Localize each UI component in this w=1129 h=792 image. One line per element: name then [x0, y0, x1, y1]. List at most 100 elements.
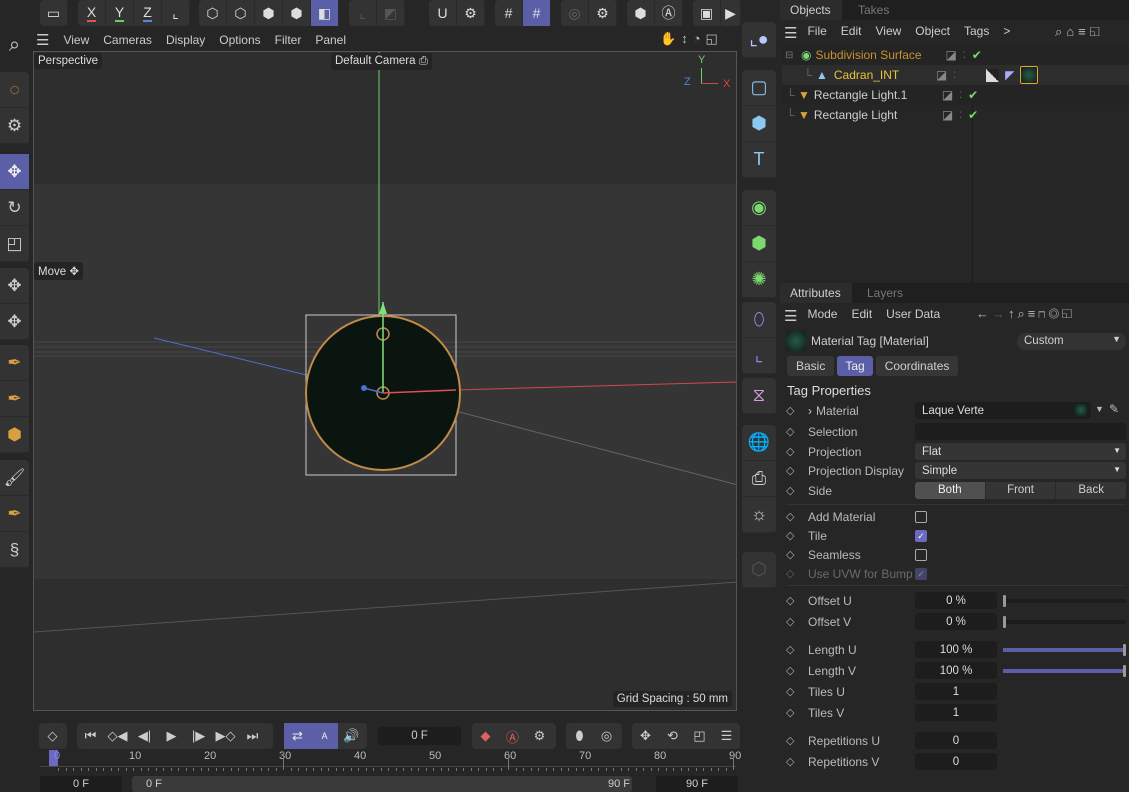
- tab-layers[interactable]: Layers: [867, 286, 903, 300]
- auto-icon[interactable]: Ⓐ: [655, 0, 683, 26]
- menu-panel[interactable]: Panel: [315, 33, 346, 47]
- keyframe-icon[interactable]: ◇: [786, 484, 798, 497]
- sound-icon[interactable]: 🔊: [338, 723, 365, 749]
- eyedropper-icon[interactable]: ✎: [1109, 402, 1119, 416]
- prev-key-icon[interactable]: ◇◀: [104, 723, 131, 749]
- scale-tool-icon[interactable]: ◰: [0, 226, 29, 262]
- soft-selection-icon[interactable]: ◎: [561, 0, 589, 26]
- menu-mode[interactable]: Mode: [807, 307, 837, 325]
- snap-settings-icon[interactable]: ⚙: [457, 0, 485, 26]
- offset-v-field[interactable]: 0 %: [915, 613, 997, 630]
- move-clones-icon[interactable]: ✥: [0, 304, 29, 340]
- deformer-icon[interactable]: ⬯: [742, 302, 776, 338]
- enabled-check-icon[interactable]: ✔: [968, 108, 978, 122]
- keyframe-icon[interactable]: ◇: [786, 594, 798, 607]
- enabled-check-icon[interactable]: ✔: [968, 88, 978, 102]
- edit-toggle-icon[interactable]: ◪: [936, 68, 947, 82]
- expand-icon[interactable]: ›: [808, 404, 812, 418]
- preset-dropdown[interactable]: Custom ▼: [1017, 333, 1126, 350]
- spline-rectangle-icon[interactable]: ▢: [742, 70, 776, 106]
- axis-mode-icon[interactable]: ⌞: [349, 0, 377, 26]
- filter-icon[interactable]: ≡: [1078, 24, 1090, 39]
- collapse-icon[interactable]: ⊟: [785, 50, 797, 61]
- slider-handle[interactable]: [1123, 665, 1126, 677]
- motion-record-icon[interactable]: ◎: [593, 723, 620, 749]
- length-u-slider[interactable]: [1003, 644, 1126, 656]
- keyframe-icon[interactable]: ◇: [786, 685, 798, 698]
- enabled-check-icon[interactable]: ✔: [972, 48, 982, 62]
- timeline-ruler[interactable]: 0 10 20 30 40 50 60 70 80 90: [40, 750, 741, 771]
- polygons-mode-icon[interactable]: ⬢: [255, 0, 283, 26]
- menu-file[interactable]: File: [807, 24, 826, 42]
- side-back[interactable]: Back: [1055, 482, 1127, 499]
- key-position-icon[interactable]: ✥: [632, 723, 659, 749]
- render-clapper-icon[interactable]: ▶: [721, 0, 741, 26]
- menu-object[interactable]: Object: [915, 24, 950, 42]
- render-region-icon[interactable]: ▣: [693, 0, 721, 26]
- viewport-hamburger-icon[interactable]: ☰: [36, 31, 49, 49]
- pan-icon[interactable]: ✋: [660, 31, 681, 46]
- tiles-v-field[interactable]: 1: [915, 704, 997, 721]
- record-key-icon[interactable]: ◆: [472, 723, 499, 749]
- subtab-tag[interactable]: Tag: [837, 356, 873, 376]
- object-name[interactable]: Rectangle Light.1: [814, 88, 942, 102]
- edges-mode-icon[interactable]: ⬡: [227, 0, 255, 26]
- keyframe-icon[interactable]: ◇: [786, 510, 798, 523]
- repetitions-u-field[interactable]: 0: [915, 732, 997, 749]
- offset-v-slider[interactable]: [1003, 616, 1126, 628]
- search-icon[interactable]: ⌕: [1018, 306, 1028, 321]
- length-u-field[interactable]: 100 %: [915, 641, 997, 658]
- menu-tags[interactable]: Tags: [964, 24, 989, 42]
- sky-icon[interactable]: ⧖: [742, 378, 776, 414]
- spline-point-icon[interactable]: ✒: [0, 381, 29, 417]
- go-to-end-icon[interactable]: ⏭: [239, 723, 266, 749]
- loop-icon[interactable]: ⇄: [284, 723, 311, 749]
- menu-more[interactable]: >: [1003, 24, 1010, 42]
- slider-handle[interactable]: [1003, 616, 1006, 628]
- length-v-slider[interactable]: [1003, 665, 1126, 677]
- uvw-tag-icon[interactable]: [986, 68, 1000, 82]
- menu-filter[interactable]: Filter: [275, 33, 302, 47]
- tile-checkbox[interactable]: ✓: [915, 530, 927, 542]
- next-key-icon[interactable]: ▶◇: [212, 723, 239, 749]
- length-v-field[interactable]: 100 %: [915, 662, 997, 679]
- field-icon[interactable]: ⌞: [742, 338, 776, 374]
- view-visibility-icon[interactable]: ⬢: [627, 0, 655, 26]
- auto-key-mode-icon[interactable]: A: [311, 723, 338, 749]
- edit-disabled-icon[interactable]: ⬡: [742, 552, 776, 588]
- object-mode-icon[interactable]: ◧: [311, 0, 339, 26]
- sketch-icon[interactable]: §: [0, 532, 29, 568]
- object-name[interactable]: Rectangle Light: [814, 108, 942, 122]
- slider-handle[interactable]: [1003, 595, 1006, 607]
- brush-icon[interactable]: 🖌: [0, 460, 29, 496]
- new-window-icon[interactable]: ◱: [1062, 306, 1075, 321]
- model-mode-icon[interactable]: ⬢: [283, 0, 311, 26]
- spline-cubes-icon[interactable]: ⬢: [0, 417, 29, 453]
- keyframe-icon[interactable]: ◇: [786, 529, 798, 542]
- start-frame-field[interactable]: 0 F: [40, 776, 122, 792]
- menu-edit[interactable]: Edit: [851, 307, 872, 325]
- coordinate-system-icon[interactable]: ⌞: [162, 0, 190, 26]
- tweak-mode-icon[interactable]: ◩: [377, 0, 405, 26]
- keyframe-icon[interactable]: ◇: [39, 723, 66, 749]
- lock-y-button[interactable]: Y: [106, 0, 134, 26]
- edit-toggle-icon[interactable]: ◪: [942, 108, 953, 122]
- move-tool-icon[interactable]: ✥: [0, 154, 29, 190]
- keyframe-icon[interactable]: ◇: [786, 548, 798, 561]
- move-child-icon[interactable]: ✥: [0, 268, 29, 304]
- menu-display[interactable]: Display: [166, 33, 205, 47]
- keyframe-icon[interactable]: ◇: [786, 664, 798, 677]
- side-front[interactable]: Front: [984, 482, 1056, 499]
- key-rotation-icon[interactable]: ⟲: [659, 723, 686, 749]
- projection-dropdown[interactable]: Flat ▼: [915, 443, 1126, 460]
- autokey-icon[interactable]: Ⓐ: [499, 723, 526, 749]
- new-window-icon[interactable]: ◱: [1090, 24, 1104, 39]
- attributes-hamburger-icon[interactable]: ☰: [784, 307, 797, 325]
- zoom-view-icon[interactable]: ↕: [681, 31, 693, 46]
- camera-object-icon[interactable]: ⎙: [742, 461, 776, 497]
- range-slider[interactable]: 0 F 90 F: [132, 776, 632, 792]
- target-icon[interactable]: ◎: [1049, 306, 1062, 321]
- keyframe-icon[interactable]: ◇: [786, 643, 798, 656]
- visibility-dots[interactable]: ⁚: [959, 90, 962, 101]
- add-material-checkbox[interactable]: [915, 511, 927, 523]
